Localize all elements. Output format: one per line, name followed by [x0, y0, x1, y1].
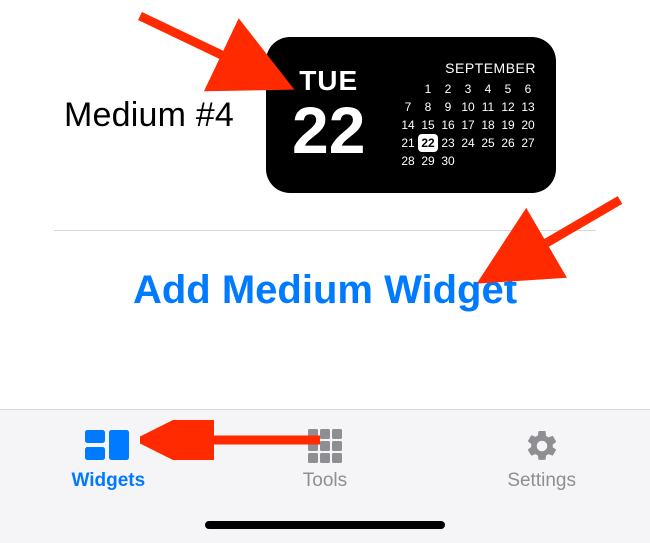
- widget-row[interactable]: Medium #4 TUE 22 SEPTEMBER 0123456789101…: [36, 0, 614, 230]
- calendar-month: SEPTEMBER: [445, 60, 536, 76]
- calendar-cell: 21: [398, 134, 418, 152]
- calendar-cell: 28: [398, 152, 418, 170]
- calendar-cell: 24: [458, 134, 478, 152]
- calendar-day-number: 22: [292, 97, 365, 163]
- calendar-cell: 29: [418, 152, 438, 170]
- tab-tools-label: Tools: [303, 470, 347, 492]
- calendar-grid: 0123456789101112131415161718192021222324…: [398, 80, 538, 170]
- widget-title: Medium #4: [64, 96, 234, 135]
- calendar-cell: 18: [478, 116, 498, 134]
- tab-widgets-label: Widgets: [71, 470, 145, 492]
- widgets-icon: [85, 428, 131, 464]
- tab-tools[interactable]: Tools: [255, 428, 395, 492]
- calendar-cell: 23: [438, 134, 458, 152]
- calendar-cell: 20: [518, 116, 538, 134]
- tools-icon: [302, 428, 348, 464]
- calendar-cell: 27: [518, 134, 538, 152]
- calendar-cell: 13: [518, 98, 538, 116]
- calendar-cell: 2: [438, 80, 458, 98]
- calendar-widget-preview: TUE 22 SEPTEMBER 01234567891011121314151…: [266, 37, 556, 193]
- settings-icon: [519, 428, 565, 464]
- calendar-cell: 15: [418, 116, 438, 134]
- calendar-cell: 25: [478, 134, 498, 152]
- calendar-cell: 7: [398, 98, 418, 116]
- calendar-cell: 26: [498, 134, 518, 152]
- calendar-cell: 9: [438, 98, 458, 116]
- calendar-cell: 4: [478, 80, 498, 98]
- calendar-cell: 30: [438, 152, 458, 170]
- home-indicator: [205, 521, 445, 529]
- calendar-cell: 5: [498, 80, 518, 98]
- add-medium-widget-button[interactable]: Add Medium Widget: [36, 231, 614, 349]
- calendar-cell: 3: [458, 80, 478, 98]
- calendar-day-name: TUE: [299, 67, 358, 95]
- tab-widgets[interactable]: Widgets: [38, 428, 178, 492]
- widget-card: Medium #4 TUE 22 SEPTEMBER 0123456789101…: [36, 0, 614, 401]
- tab-settings[interactable]: Settings: [472, 428, 612, 492]
- tab-settings-label: Settings: [507, 470, 576, 492]
- calendar-cell: 11: [478, 98, 498, 116]
- calendar-cell: 16: [438, 116, 458, 134]
- calendar-cell: 14: [398, 116, 418, 134]
- calendar-cell: 8: [418, 98, 438, 116]
- calendar-cell: 17: [458, 116, 478, 134]
- calendar-cell: 19: [498, 116, 518, 134]
- calendar-cell: 10: [458, 98, 478, 116]
- calendar-cell: 1: [418, 80, 438, 98]
- calendar-cell: 6: [518, 80, 538, 98]
- calendar-cell: 22: [418, 134, 438, 152]
- calendar-cell: 12: [498, 98, 518, 116]
